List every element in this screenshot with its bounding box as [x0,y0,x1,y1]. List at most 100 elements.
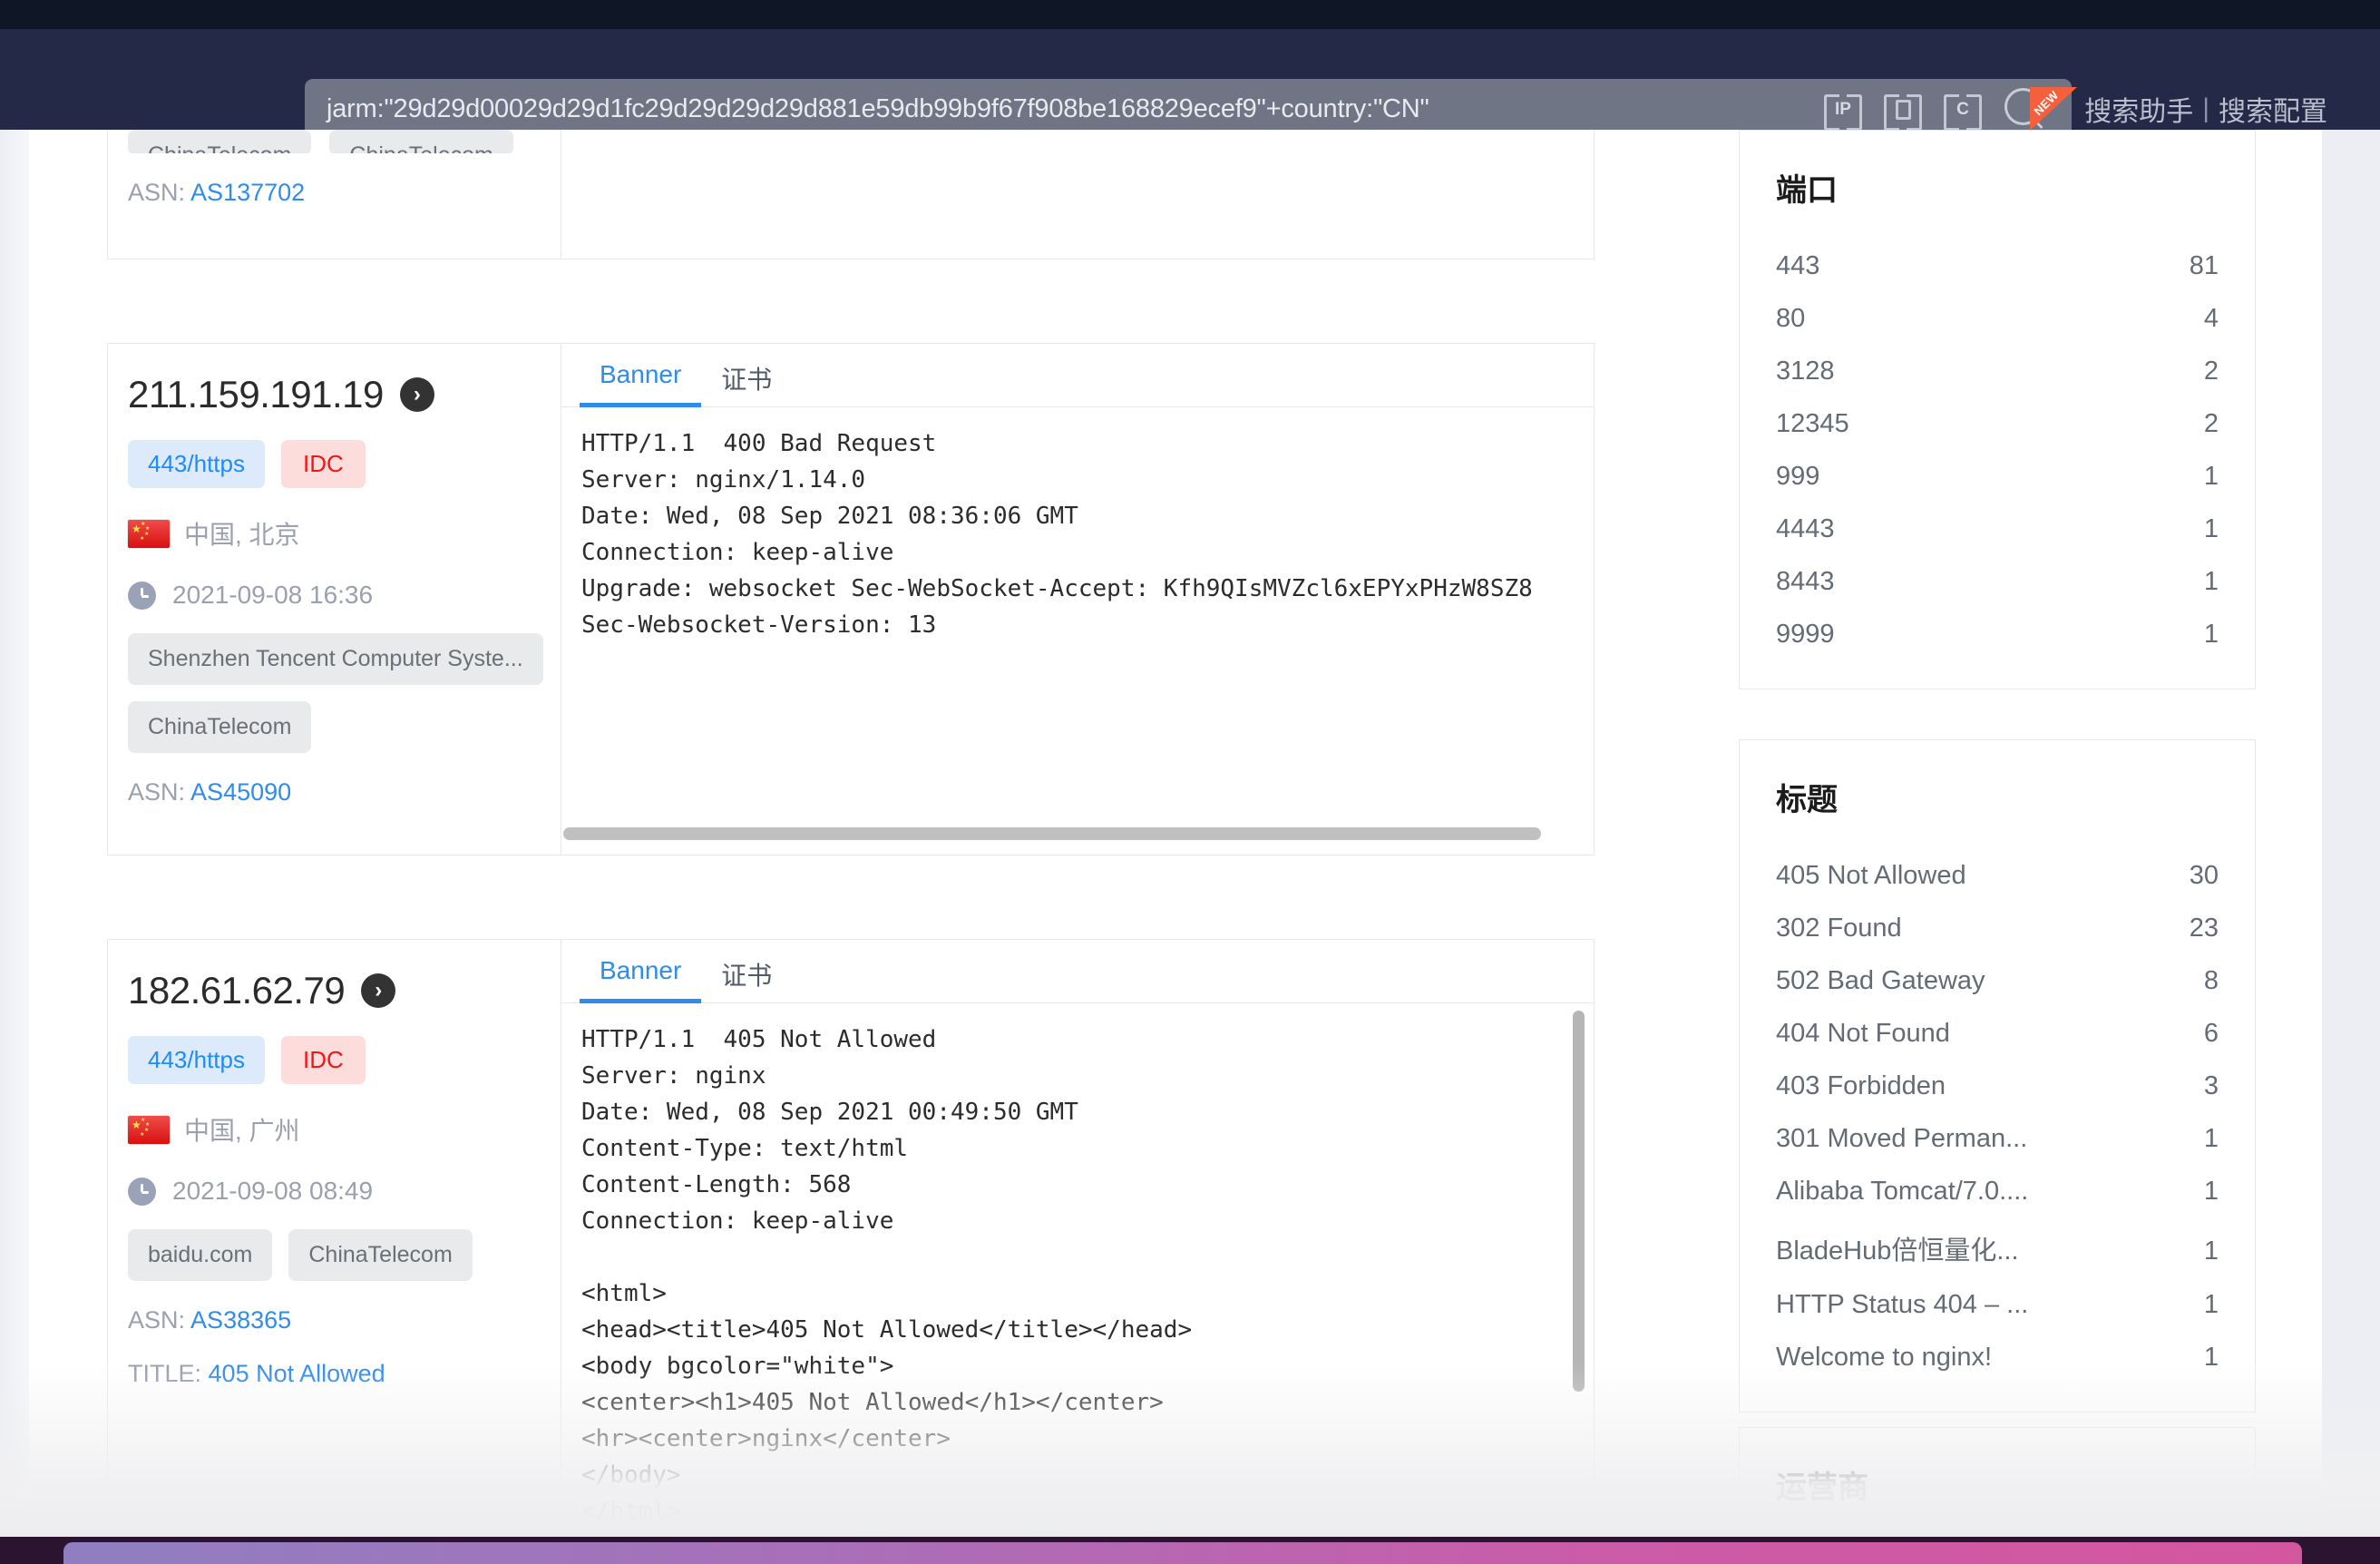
tab-banner[interactable]: Banner [580,940,702,1003]
tab-banner[interactable]: Banner [580,344,702,407]
org-tag[interactable]: ChinaTelecom [288,1229,473,1281]
facet-key[interactable]: 301 Moved Perman... [1776,1124,2027,1154]
bottom-dock [0,1537,2380,1564]
facet-key[interactable]: 12345 [1776,409,1849,439]
facet-key[interactable]: Alibaba Tomcat/7.0.... [1776,1177,2028,1207]
facet-row-title[interactable]: 301 Moved Perman... 1 [1776,1113,2219,1166]
facet-count: 1 [2203,1290,2219,1319]
port-badge[interactable]: 443/https [128,440,265,488]
banner-tabs: Banner 证书 [561,940,1594,1003]
facet-row-title[interactable]: BladeHub倍恒量化... 1 [1776,1218,2219,1279]
asn-label: ASN: [128,778,186,806]
china-flag-icon: ★ ★ ★ ★ ★ [128,1115,170,1144]
facet-row-title[interactable]: Welcome to nginx! 1 [1776,1332,2219,1384]
facet-key[interactable]: 80 [1776,304,1805,334]
banner-vertical-scrollbar[interactable] [1573,1011,1585,1392]
result-card[interactable]: ChinaTelecom ChinaTelecom ASN: AS137702 [107,130,1595,259]
ip-address[interactable]: 211.159.191.19 [128,373,384,416]
ip-search-icon[interactable]: IP [1823,90,1863,131]
facet-count: 2 [2203,409,2219,438]
facet-key[interactable]: BladeHub倍恒量化... [1776,1229,2019,1267]
facet-key[interactable]: 4443 [1776,514,1835,544]
org-tags: baidu.com ChinaTelecom [128,1229,530,1281]
facet-count: 8 [2203,966,2219,995]
org-tag[interactable]: ChinaTelecom [128,130,312,153]
org-tag[interactable]: Shenzhen Tencent Computer Syste... [128,633,543,685]
facet-row-port[interactable]: 80 4 [1776,293,2219,346]
tab-certificate[interactable]: 证书 [701,344,792,406]
asn-value[interactable]: AS45090 [190,778,291,806]
scan-date: 2021-09-08 08:49 [172,1177,374,1205]
badge-row: 443/https IDC [128,440,530,488]
chevron-right-icon[interactable]: › [399,377,434,412]
facet-key[interactable]: 403 Forbidden [1776,1071,1946,1101]
facet-count: 3 [2203,1071,2219,1100]
title-label: TITLE: [128,1360,202,1387]
facet-row-port[interactable]: 9999 1 [1776,609,2219,661]
banner-tabs: Banner 证书 [561,344,1594,407]
org-tag[interactable]: ChinaTelecom [329,130,513,153]
search-config-link[interactable]: 搜索配置 [2219,89,2327,129]
left-gutter [0,130,29,1564]
facet-count: 1 [2203,1237,2219,1266]
facet-panel-titles: 标题 405 Not Allowed 30 302 Found 23 502 B… [1739,739,2256,1412]
chevron-right-icon[interactable]: › [361,973,396,1008]
asn-value[interactable]: AS137702 [190,179,305,206]
facet-count: 2 [2203,357,2219,386]
facet-key[interactable]: 502 Bad Gateway [1776,966,1985,996]
ip-address[interactable]: 182.61.62.79 [128,969,346,1012]
title-value[interactable]: 405 Not Allowed [209,1360,385,1387]
banner-horizontal-scrollbar[interactable] [563,827,1541,840]
facet-row-port[interactable]: 4443 1 [1776,503,2219,556]
asn-value[interactable]: AS38365 [190,1306,291,1334]
org-tag[interactable]: baidu.com [128,1229,273,1281]
type-badge[interactable]: IDC [280,440,366,488]
document-search-icon[interactable] [1883,90,1923,131]
facet-key[interactable]: Welcome to nginx! [1776,1343,1992,1373]
facet-row-title[interactable]: 302 Found 23 [1776,903,2219,955]
facet-key[interactable]: 999 [1776,462,1819,492]
type-badge[interactable]: IDC [280,1036,366,1084]
cert-search-icon[interactable]: C [1943,90,1983,131]
facet-key[interactable]: HTTP Status 404 – ... [1776,1290,2028,1320]
facet-row-title[interactable]: Alibaba Tomcat/7.0.... 1 [1776,1166,2219,1218]
facet-row-title[interactable]: 403 Forbidden 3 [1776,1061,2219,1113]
facet-count: 81 [2189,251,2219,280]
cert-search-icon-label: C [1956,99,1969,119]
facet-key[interactable]: 443 [1776,251,1819,281]
asn-line: ASN: AS137702 [128,179,530,207]
facet-row-port[interactable]: 12345 2 [1776,398,2219,451]
result-card[interactable]: 211.159.191.19 › 443/https IDC ★ ★ ★ ★ ★ 中国,… [107,343,1595,855]
tab-certificate[interactable]: 证书 [701,940,792,1002]
facet-count: 30 [2189,861,2219,890]
search-input[interactable]: jarm:"29d29d00029d29d1fc29d29d29d29d881e… [305,94,1823,124]
facet-row-title[interactable]: 404 Not Found 6 [1776,1008,2219,1061]
facet-key[interactable]: 9999 [1776,620,1835,650]
facet-row-port[interactable]: 8443 1 [1776,556,2219,609]
facet-row-title[interactable]: HTTP Status 404 – ... 1 [1776,1279,2219,1332]
page-body: ChinaTelecom ChinaTelecom ASN: AS137702 … [0,130,2380,1564]
facet-key[interactable]: 8443 [1776,567,1835,597]
result-card[interactable]: 182.61.62.79 › 443/https IDC ★ ★ ★ ★ ★ 中国, 广… [107,939,1595,1564]
date-row: 2021-09-08 16:36 [128,581,530,610]
facet-key[interactable]: 404 Not Found [1776,1019,1950,1049]
facet-row-port[interactable]: 443 81 [1776,240,2219,293]
facet-row-port[interactable]: 999 1 [1776,451,2219,503]
search-assistant-link[interactable]: 搜索助手 [2084,89,2193,129]
scan-date: 2021-09-08 16:36 [172,581,374,609]
right-gutter [2322,130,2380,1564]
facet-row-title[interactable]: 405 Not Allowed 30 [1776,850,2219,903]
org-tag[interactable]: ChinaTelecom [128,701,312,753]
results-list: ChinaTelecom ChinaTelecom ASN: AS137702 … [107,130,1595,1564]
facet-key[interactable]: 3128 [1776,357,1835,386]
facet-count: 1 [2203,1177,2219,1206]
facet-key[interactable]: 405 Not Allowed [1776,861,1966,891]
facet-key[interactable]: 302 Found [1776,914,1902,943]
facet-row-port[interactable]: 3128 2 [1776,346,2219,398]
header-separator: | [2202,93,2209,123]
facet-count: 1 [2203,620,2219,649]
asn-line: ASN: AS45090 [128,778,530,806]
port-badge[interactable]: 443/https [128,1036,265,1084]
facet-row-title[interactable]: 502 Bad Gateway 8 [1776,955,2219,1008]
app-root: jarm:"29d29d00029d29d1fc29d29d29d29d881e… [0,0,2380,1564]
